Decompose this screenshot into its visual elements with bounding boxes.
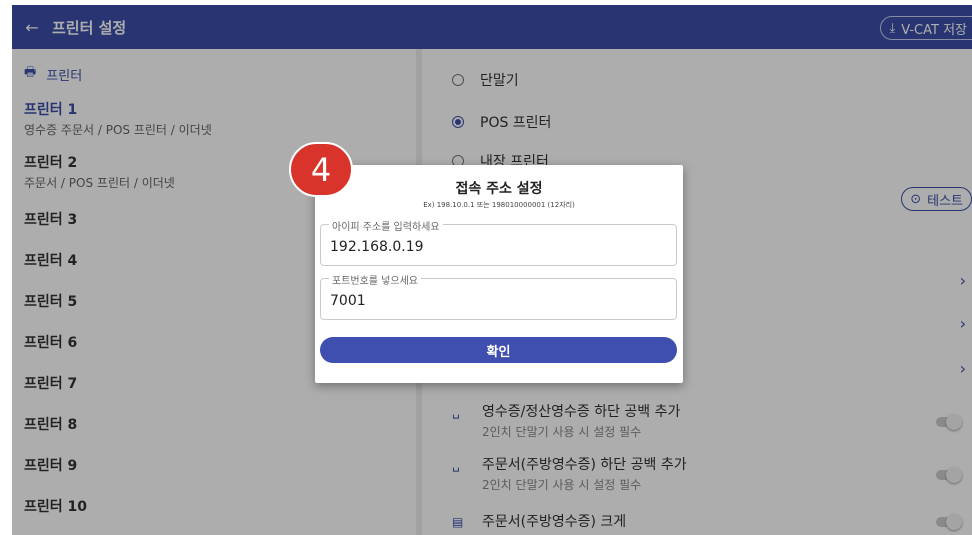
- port-value: 7001: [330, 293, 366, 309]
- ip-address-label: 아이피 주소를 입력하세요: [329, 218, 443, 233]
- port-field[interactable]: 포트번호를 넣으세요 7001: [320, 272, 677, 320]
- ip-address-value: 192.168.0.19: [330, 239, 424, 255]
- address-dialog: 접속 주소 설정 Ex) 198.10.0.1 또는 198010000001 …: [315, 165, 683, 383]
- confirm-button[interactable]: 확인: [320, 337, 677, 363]
- port-label: 포트번호를 넣으세요: [329, 272, 421, 287]
- dialog-title: 접속 주소 설정: [455, 181, 543, 197]
- dialog-subtitle: Ex) 198.10.0.1 또는 198010000001 (12자리): [423, 201, 575, 209]
- step-number-badge: 4: [289, 142, 353, 197]
- ip-address-field[interactable]: 아이피 주소를 입력하세요 192.168.0.19: [320, 218, 677, 266]
